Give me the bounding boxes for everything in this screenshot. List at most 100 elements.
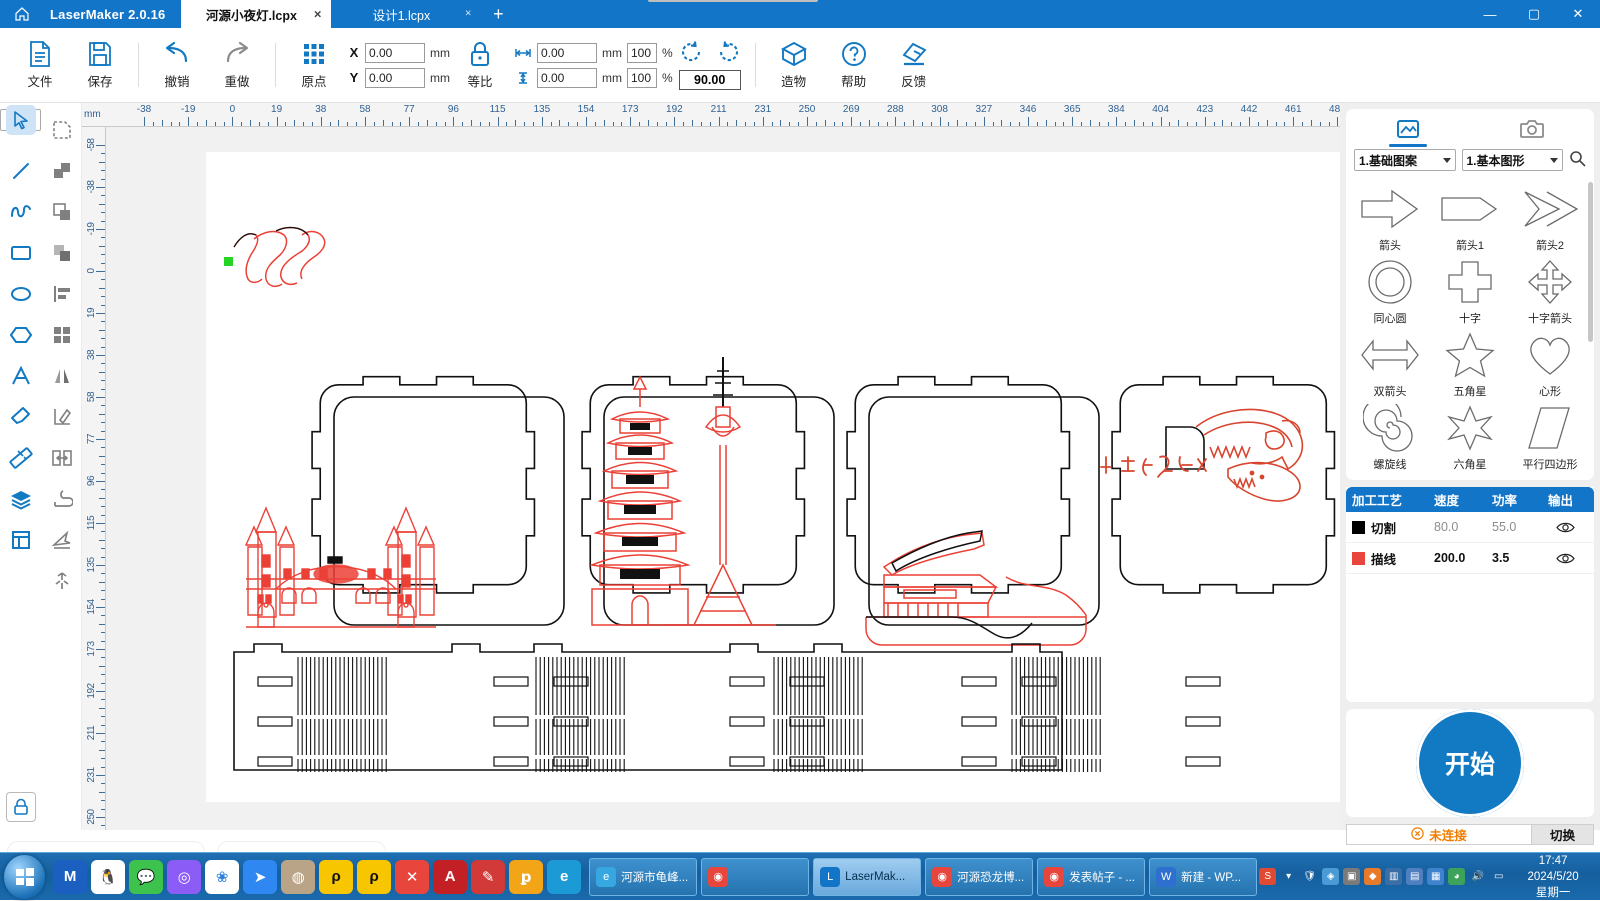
rotate-right-icon[interactable]	[716, 41, 740, 66]
vector-trace-tool[interactable]	[41, 519, 82, 560]
edge-icon[interactable]: e	[547, 860, 581, 894]
rotate-left-icon[interactable]	[680, 41, 704, 66]
taskbar-window[interactable]: ◉河源恐龙博...	[925, 858, 1033, 896]
app-icon-64[interactable]: ρ	[319, 860, 353, 894]
origin-button[interactable]: 原点	[284, 32, 344, 98]
shape-concentric-circle[interactable]: 同心圆	[1350, 255, 1430, 326]
maximize-button[interactable]: ▢	[1512, 0, 1556, 28]
width-input[interactable]: 0.00	[537, 43, 597, 63]
output-eye-icon[interactable]	[1542, 521, 1588, 534]
shape-five-point-star[interactable]: 五角星	[1430, 328, 1510, 399]
height-percent-input[interactable]: 100	[627, 68, 657, 88]
undo-button[interactable]: 撤销	[147, 32, 207, 98]
shape-arrow[interactable]: 箭头	[1350, 182, 1430, 253]
redo-button[interactable]: 重做	[207, 32, 267, 98]
library-scrollbar[interactable]	[1588, 182, 1593, 342]
rectangle-tool[interactable]	[0, 232, 41, 273]
select-tool[interactable]	[0, 109, 41, 131]
horizontal-ruler[interactable]: -38-190193858779611513515417319221123125…	[82, 103, 1340, 127]
lock-ratio-button[interactable]: 等比	[450, 32, 510, 98]
output-eye-icon[interactable]	[1542, 552, 1588, 565]
help-button[interactable]: 帮助	[824, 32, 884, 98]
create-button[interactable]: 造物	[764, 32, 824, 98]
doc-icon[interactable]: ▦	[1427, 868, 1444, 885]
chart-icon[interactable]: ▥	[1385, 868, 1402, 885]
overlap-tool[interactable]	[41, 232, 82, 273]
speed-value[interactable]: 80.0	[1428, 520, 1486, 534]
taskbar-window[interactable]: ◉	[701, 858, 809, 896]
sogou-input-icon[interactable]: S	[1259, 868, 1276, 885]
x-input[interactable]: 0.00	[365, 43, 425, 63]
connection-status[interactable]: 未连接	[1346, 824, 1532, 845]
table-tool[interactable]	[0, 519, 41, 560]
line-tool[interactable]	[0, 150, 41, 191]
taskbar-window[interactable]: ◉发表帖子 - ...	[1037, 858, 1145, 896]
union-shapes-tool[interactable]	[41, 150, 82, 191]
grid-array-tool[interactable]	[41, 314, 82, 355]
close-icon[interactable]: ×	[314, 8, 322, 21]
action-center-icon[interactable]: ▭	[1490, 868, 1507, 885]
ellipse-tool[interactable]	[0, 273, 41, 314]
qq-penguin-icon[interactable]: 🐧	[91, 860, 125, 894]
app-icon-p[interactable]: ρ	[357, 860, 391, 894]
close-window-button[interactable]: ✕	[1556, 0, 1600, 28]
tray-arrow-icon[interactable]: ▾	[1280, 868, 1297, 885]
measure-tool[interactable]	[0, 437, 41, 478]
network-icon[interactable]: ▤	[1406, 868, 1423, 885]
category-select-1[interactable]: 1.基础图案	[1354, 149, 1456, 171]
speed-value[interactable]: 200.0	[1428, 551, 1486, 565]
shape-arrow2[interactable]: 箭头2	[1510, 182, 1590, 253]
text-tool[interactable]	[0, 355, 41, 396]
windows-start-icon[interactable]	[4, 855, 45, 899]
height-input[interactable]: 0.00	[537, 68, 597, 88]
library-tab[interactable]	[1346, 109, 1470, 149]
cloud-app-icon[interactable]: ❀	[205, 860, 239, 894]
antivirus-icon[interactable]: ◈	[1322, 868, 1339, 885]
start-button[interactable]: 开始	[1416, 709, 1524, 817]
taskbar-clock[interactable]: 17:47 2024/5/20 星期一	[1512, 853, 1594, 901]
table-row[interactable]: 切割 80.0 55.0	[1346, 512, 1594, 543]
shape-four-way-arrow[interactable]: 十字箭头	[1510, 255, 1590, 326]
node-edit-tool[interactable]	[41, 396, 82, 437]
taskbar-window[interactable]: e河源市龟峰...	[589, 858, 697, 896]
disc-icon[interactable]: ◍	[281, 860, 315, 894]
minimize-button[interactable]: —	[1468, 0, 1512, 28]
close-app-icon[interactable]: ✕	[395, 860, 429, 894]
layers-tool[interactable]	[0, 478, 41, 519]
save-button[interactable]: 保存	[70, 32, 130, 98]
home-icon[interactable]	[0, 0, 44, 28]
curve-tool[interactable]	[0, 191, 41, 232]
align-tool[interactable]	[41, 273, 82, 314]
taskbar-window[interactable]: W新建 - WP...	[1149, 858, 1257, 896]
shape-arrow1[interactable]: 箭头1	[1430, 182, 1510, 253]
polygon-tool[interactable]	[0, 314, 41, 355]
flame-icon[interactable]: ◆	[1364, 868, 1381, 885]
marquee-select-tool[interactable]	[41, 109, 82, 150]
messenger-icon[interactable]: ➤	[243, 860, 277, 894]
shield-icon[interactable]: 🛡	[1301, 868, 1318, 885]
fit-size-tool[interactable]	[41, 437, 82, 478]
search-icon[interactable]	[1569, 150, 1586, 170]
sparkle-tool[interactable]	[0, 560, 41, 601]
volume-icon[interactable]: 🔊	[1469, 868, 1486, 885]
rotation-input[interactable]: 90.00	[679, 70, 741, 90]
power-value[interactable]: 3.5	[1486, 551, 1542, 565]
table-row[interactable]: 描线 200.0 3.5	[1346, 543, 1594, 574]
design-canvas[interactable]	[106, 127, 1340, 830]
design-artwork[interactable]	[106, 127, 1340, 807]
duplicate-tool[interactable]	[41, 191, 82, 232]
pdf-reader-icon[interactable]: A	[433, 860, 467, 894]
shape-spiral[interactable]: 螺旋线	[1350, 401, 1430, 472]
power-value[interactable]: 55.0	[1486, 520, 1542, 534]
switch-device-button[interactable]: 切换	[1532, 824, 1594, 845]
bend-tool[interactable]	[41, 478, 82, 519]
monitor-icon[interactable]: ▣	[1343, 868, 1360, 885]
tab-heyuan-file[interactable]: 河源小夜灯.lcpx ×	[181, 0, 331, 28]
shape-heart[interactable]: 心形	[1510, 328, 1590, 399]
taskbar-window[interactable]: LLaserMak...	[813, 858, 921, 896]
globe-icon[interactable]: ◕	[1448, 868, 1465, 885]
shape-six-point-star[interactable]: 六角星	[1430, 401, 1510, 472]
sparkle-tool-icon[interactable]	[41, 560, 82, 601]
feedback-button[interactable]: 反馈	[884, 32, 944, 98]
width-percent-input[interactable]: 100	[627, 43, 657, 63]
